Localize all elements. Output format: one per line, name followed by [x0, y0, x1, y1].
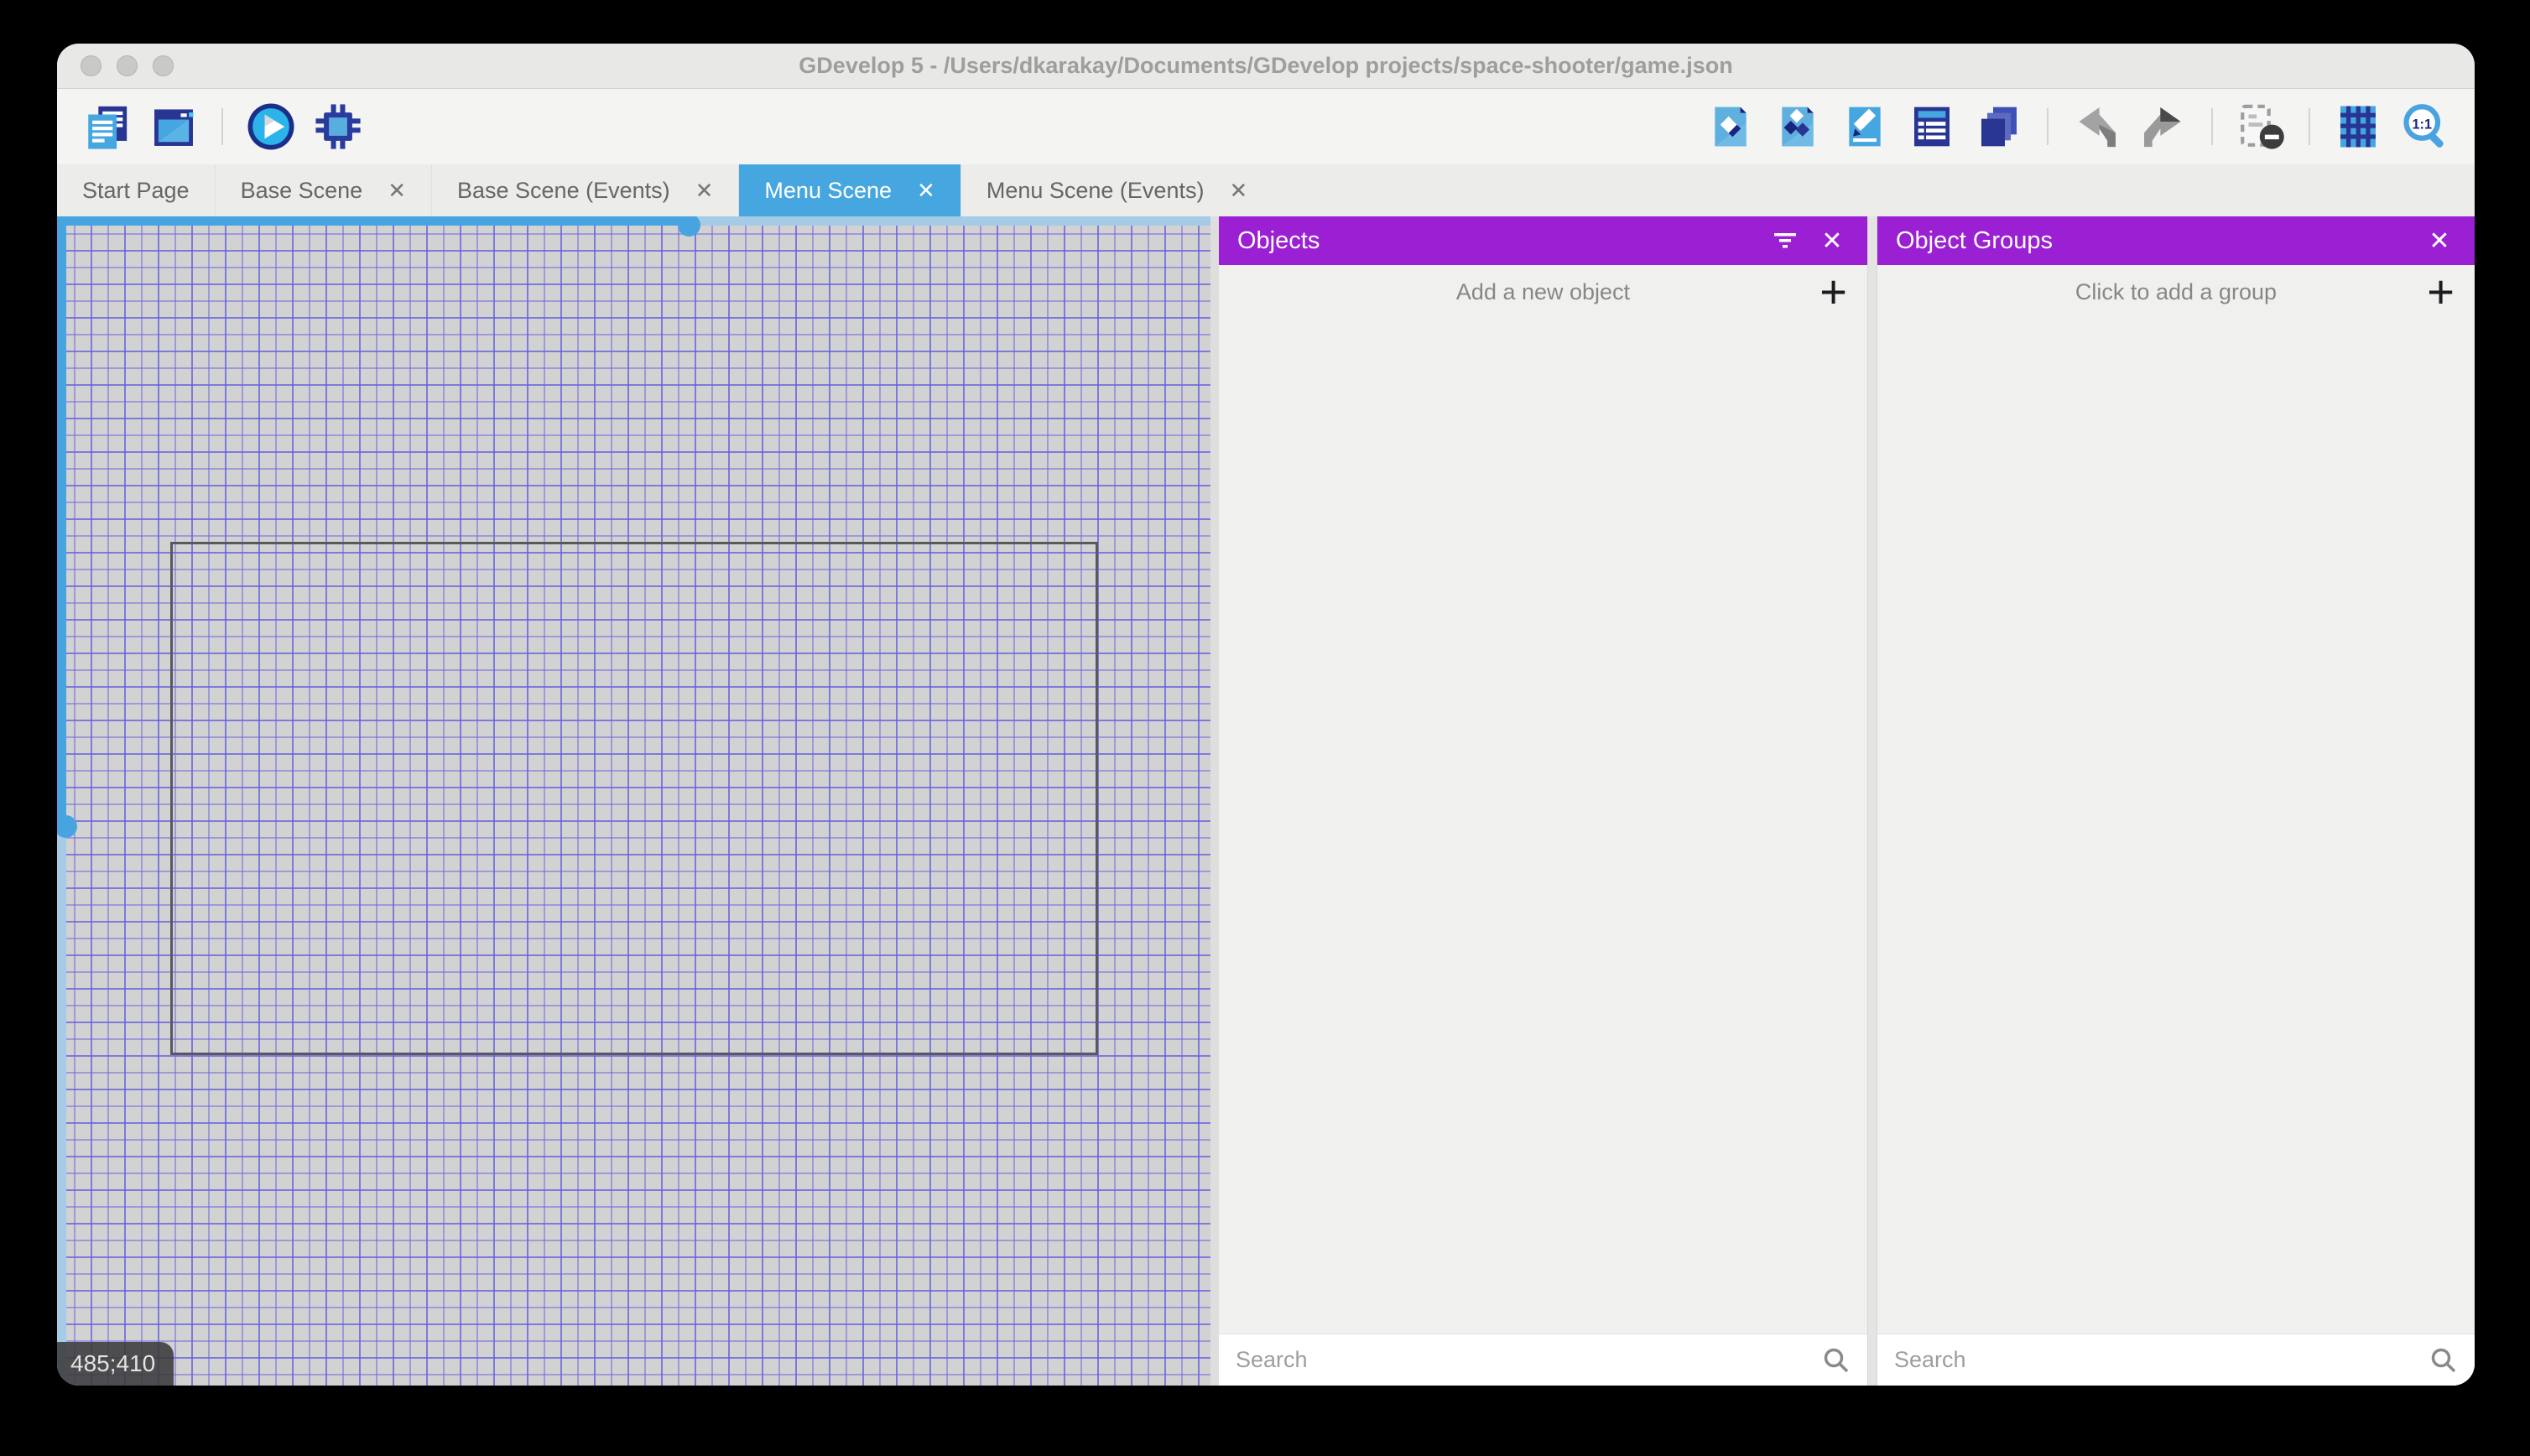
window-title: GDevelop 5 - /Users/dkarakay/Documents/G…: [799, 53, 1733, 78]
project-manager-icon: [82, 102, 131, 151]
panels-divider[interactable]: [1867, 216, 1877, 1386]
toolbar-left-group: [79, 99, 366, 154]
redo-button[interactable]: [2136, 99, 2191, 154]
toolbar-separator: [2047, 108, 2048, 145]
toggle-grid-button[interactable]: [2330, 99, 2386, 154]
tab-label: Base Scene (Events): [456, 177, 670, 203]
objects-filter-button[interactable]: [1762, 221, 1809, 261]
search-icon: [1822, 1346, 1851, 1375]
toolbar-separator: [2309, 108, 2310, 145]
groups-search-row: [1877, 1334, 2475, 1386]
horizontal-scrollbar-handle[interactable]: [678, 216, 700, 237]
close-window-button[interactable]: [81, 55, 102, 76]
cursor-coordinates-badge: 485;410: [57, 1342, 174, 1386]
search-icon: [2429, 1346, 2458, 1375]
grid-icon: [2335, 103, 2382, 150]
add-object-row[interactable]: Add a new object +: [1219, 265, 1867, 319]
objects-panel: Objects ✕ Add a new object + Search: [1219, 216, 1867, 1386]
tab-bar: Start Page Base Scene ✕ Base Scene (Even…: [57, 164, 2475, 216]
add-group-button[interactable]: +: [2427, 268, 2455, 315]
main-content: 485;410 Objects ✕ Add a new object + Sea…: [57, 216, 2475, 1386]
objects-panel-title: Objects: [1237, 226, 1320, 254]
add-object-label: Add a new object: [1455, 278, 1631, 304]
gdevelop-window: GDevelop 5 - /Users/dkarakay/Documents/G…: [57, 44, 2475, 1386]
add-group-row[interactable]: Click to add a group +: [1877, 265, 2475, 319]
tab-menu-scene-events[interactable]: Menu Scene (Events) ✕: [960, 164, 1273, 216]
vertical-scrollbar-thumb[interactable]: [57, 216, 66, 826]
instances-list-panel-icon: [1908, 103, 1955, 150]
zoom-1-1-button[interactable]: 1:1: [2397, 99, 2453, 154]
objects-panel-header: Objects ✕: [1219, 216, 1867, 265]
add-group-label: Click to add a group: [2074, 278, 2278, 304]
preview-window-button[interactable]: [146, 99, 201, 154]
groups-list-empty-area[interactable]: [1877, 319, 2475, 1334]
minimize-window-button[interactable]: [117, 55, 138, 76]
tab-label: Menu Scene (Events): [986, 177, 1205, 203]
zoom-1-1-icon: 1:1: [2400, 101, 2450, 152]
layers-panel-icon: [1976, 103, 2022, 150]
groups-search-input[interactable]: [1894, 1347, 2418, 1373]
title-bar: GDevelop 5 - /Users/dkarakay/Documents/G…: [57, 44, 2475, 89]
open-instances-list-button[interactable]: [1904, 99, 1960, 154]
debug-icon: [314, 102, 362, 151]
toolbar-separator: [2211, 108, 2213, 145]
object-groups-panel-header: Object Groups ✕: [1877, 216, 2475, 265]
window-icon: [149, 102, 198, 151]
zoom-window-button[interactable]: [153, 55, 174, 76]
project-manager-button[interactable]: [79, 99, 134, 154]
objects-panel-icon: [1707, 103, 1754, 150]
tab-close-icon[interactable]: ✕: [388, 179, 406, 201]
undo-button[interactable]: [2069, 99, 2124, 154]
object-groups-panel-title: Object Groups: [1896, 226, 2053, 254]
tab-start-page[interactable]: Start Page: [57, 164, 215, 216]
objects-list-empty-area[interactable]: [1219, 319, 1867, 1334]
object-groups-panel-close-button[interactable]: ✕: [2416, 221, 2463, 261]
objects-panel-close-button[interactable]: ✕: [1809, 221, 1856, 261]
open-objects-panel-button[interactable]: [1703, 99, 1758, 154]
tab-close-icon[interactable]: ✕: [917, 179, 935, 201]
toolbar: 1:1: [57, 89, 2475, 164]
objects-search-input[interactable]: [1236, 1347, 1810, 1373]
window-mask-icon: [2236, 102, 2285, 151]
debugger-button[interactable]: [310, 99, 366, 154]
undo-icon: [2072, 102, 2121, 151]
launch-preview-button[interactable]: [243, 99, 299, 154]
tab-label: Base Scene: [240, 177, 363, 203]
toolbar-separator: [221, 108, 223, 145]
svg-text:1:1: 1:1: [2413, 117, 2433, 133]
filter-icon: [1773, 230, 1798, 252]
object-groups-panel-icon: [1774, 103, 1821, 150]
properties-panel-icon: [1841, 103, 1888, 150]
tab-label: Menu Scene: [764, 177, 893, 203]
toggle-window-mask-button[interactable]: [2233, 99, 2288, 154]
tab-close-icon[interactable]: ✕: [695, 179, 714, 201]
add-object-button[interactable]: +: [1819, 268, 1847, 315]
open-properties-panel-button[interactable]: [1837, 99, 1892, 154]
screenshot-stage: GDevelop 5 - /Users/dkarakay/Documents/G…: [0, 0, 2530, 1456]
tab-base-scene[interactable]: Base Scene ✕: [214, 164, 431, 216]
toolbar-right-group: 1:1: [1703, 99, 2453, 154]
object-groups-panel: Object Groups ✕ Click to add a group +: [1877, 216, 2475, 1386]
horizontal-scrollbar-thumb[interactable]: [57, 216, 688, 226]
canvas-panel-divider[interactable]: [1210, 216, 1219, 1386]
vertical-scrollbar-handle[interactable]: [57, 815, 77, 838]
tab-label: Start Page: [82, 177, 190, 203]
scene-window-boundary: [170, 542, 1098, 1055]
play-preview-icon: [246, 101, 296, 152]
tab-close-icon[interactable]: ✕: [1229, 179, 1247, 201]
open-object-groups-panel-button[interactable]: [1770, 99, 1825, 154]
tab-menu-scene[interactable]: Menu Scene ✕: [738, 164, 960, 216]
objects-search-row: [1219, 1334, 1867, 1386]
horizontal-scrollbar[interactable]: [57, 216, 1210, 237]
vertical-scrollbar[interactable]: [57, 216, 77, 1386]
scene-editor-canvas[interactable]: 485;410: [57, 216, 1210, 1386]
open-layers-panel-button[interactable]: [1971, 99, 2027, 154]
redo-icon: [2139, 102, 2188, 151]
tab-base-scene-events[interactable]: Base Scene (Events) ✕: [430, 164, 738, 216]
traffic-lights: [81, 55, 174, 76]
